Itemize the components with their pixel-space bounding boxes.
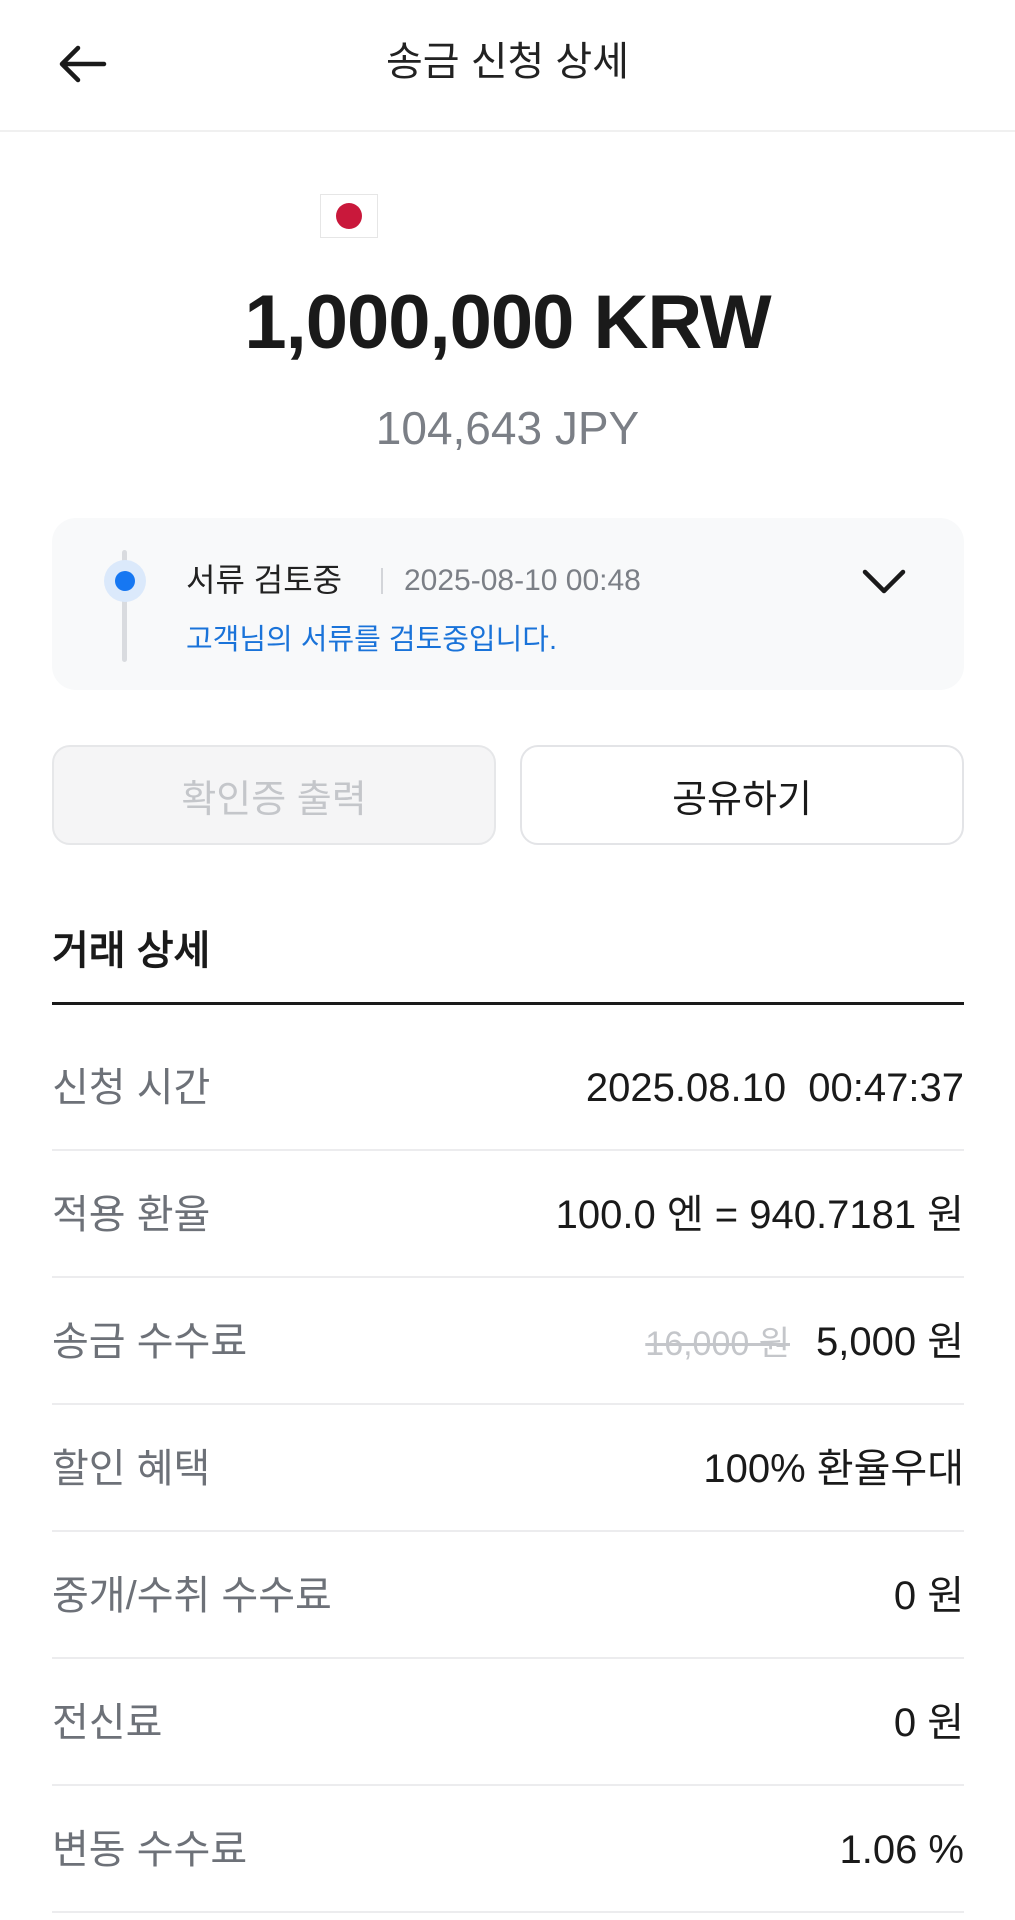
detail-row-intermediary-fee: 중개/수취 수수료 0 원 <box>52 1532 964 1659</box>
detail-value: 1.06 % <box>839 1828 964 1872</box>
detail-value: 0 원 <box>893 1701 964 1745</box>
detail-value: 2025.08.10 00:47:37 <box>585 1066 964 1110</box>
detail-label: 적용 환율 <box>52 1193 211 1237</box>
share-button[interactable]: 공유하기 <box>520 745 964 845</box>
top-bar: 송금 신청 상세 <box>0 0 1015 132</box>
detail-label: 신청 시간 <box>52 1066 211 1110</box>
detail-row-discount: 할인 혜택 100% 환율우대 <box>52 1405 964 1532</box>
detail-label: 전신료 <box>52 1701 163 1745</box>
receive-amount: 104,643 JPY <box>375 402 640 454</box>
detail-label: 할인 혜택 <box>52 1447 211 1491</box>
section-divider <box>52 1002 964 1005</box>
detail-row-request-time: 신청 시간 2025.08.10 00:47:37 <box>52 1024 964 1151</box>
chevron-down-icon <box>862 569 906 594</box>
status-label: 서류 검토중 <box>186 562 343 598</box>
status-message: 고객님의 서류를 검토중입니다. <box>186 624 558 656</box>
detail-row-variable-fee: 변동 수수료 1.06 % <box>52 1786 964 1913</box>
original-fee: 16,000 원 <box>645 1325 790 1363</box>
page-title: 송금 신청 상세 <box>385 40 630 84</box>
send-amount: 1,000,000 KRW <box>244 280 771 365</box>
detail-row-cable-charge: 전신료 0 원 <box>52 1659 964 1786</box>
detail-value: 100% 환율우대 <box>703 1447 964 1491</box>
detail-label: 송금 수수료 <box>52 1320 248 1364</box>
status-dot-icon <box>104 560 146 602</box>
section-title: 거래 상세 <box>52 929 211 973</box>
status-time: 2025-08-10 00:48 <box>404 564 641 597</box>
detail-value: 5,000 원 <box>815 1320 964 1364</box>
detail-label: 중개/수취 수수료 <box>52 1574 332 1618</box>
print-receipt-button[interactable]: 확인증 출력 <box>52 745 496 845</box>
status-divider <box>381 568 383 594</box>
detail-row-exchange-rate: 적용 환율 100.0 엔 = 940.7181 원 <box>52 1151 964 1278</box>
detail-label: 변동 수수료 <box>52 1828 248 1872</box>
status-card[interactable]: 서류 검토중 2025-08-10 00:48 고객님의 서류를 검토중입니다. <box>52 518 964 690</box>
detail-value: 100.0 엔 = 940.7181 원 <box>555 1193 964 1237</box>
detail-row-transfer-fee: 송금 수수료 16,000 원 5,000 원 <box>52 1278 964 1405</box>
japan-flag-icon <box>321 195 377 237</box>
detail-value: 0 원 <box>893 1574 964 1618</box>
expand-status-button[interactable] <box>858 562 910 602</box>
